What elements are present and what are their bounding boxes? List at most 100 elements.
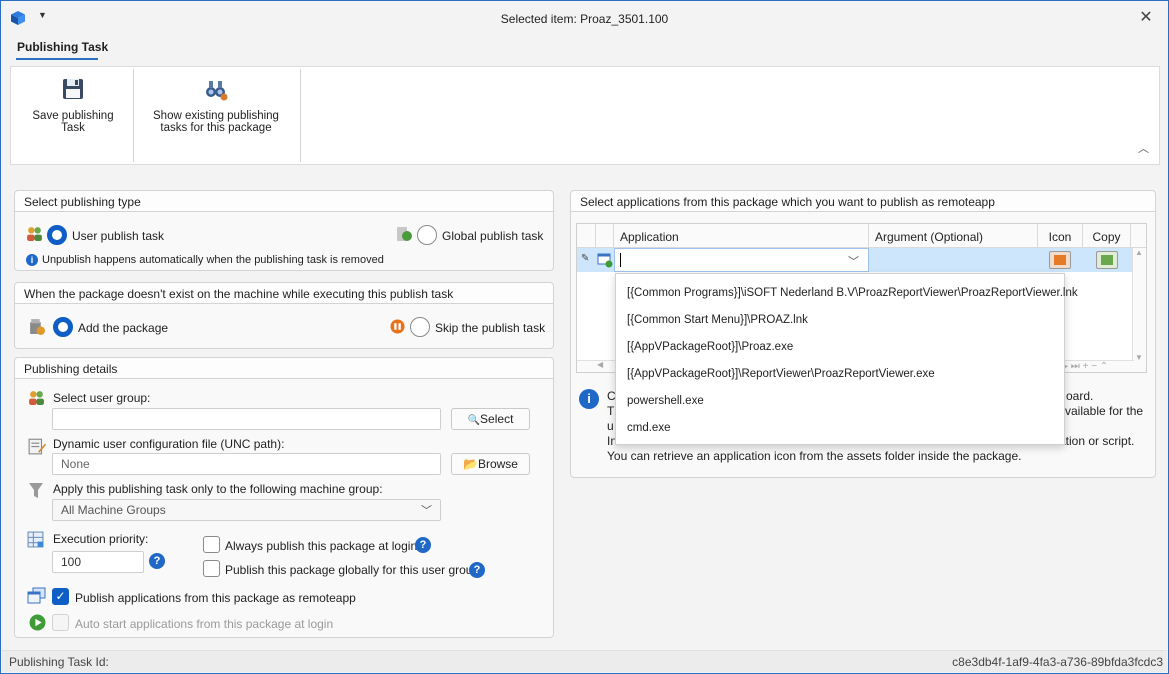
dropdown-item[interactable]: [{AppVPackageRoot}]\Proaz.exe [627,341,793,353]
info-line5: You can retrieve an application icon fro… [607,449,1022,463]
info-line4-b: ation or script. [1059,434,1135,448]
grid-col-application[interactable]: Application [614,224,869,248]
info-line3-a: u [607,419,614,433]
info-line2-a: T [607,404,615,418]
chevron-down-icon[interactable]: ﹀ [848,253,859,269]
grid-col-argument[interactable]: Argument (Optional) [869,224,1038,248]
always-publish-label: Always publish this package at login [225,539,418,553]
always-publish-help-icon[interactable]: ? [415,537,431,553]
binoculars-icon [206,81,228,101]
skip-publish-task-label: Skip the publish task [435,321,546,335]
user-group-icon [29,391,44,405]
scroll-left-icon[interactable]: ◀ [597,360,603,369]
global-task-icon [397,227,412,241]
window-title: Selected item: Proaz_3501.100 [500,12,669,26]
publish-globally-help-icon[interactable]: ? [469,562,485,578]
info-line2-b: vailable for the [1065,404,1144,418]
user-group-label: Select user group: [53,391,151,405]
add-package-radio[interactable] [53,317,73,337]
add-package-icon [30,319,45,335]
select-user-group-button[interactable]: 🔍Select [451,408,530,430]
global-publish-task-label: Global publish task [442,229,544,243]
ribbon-separator [300,69,301,162]
picture-icon [1054,255,1066,265]
icon-picker-button[interactable] [1049,251,1071,269]
grid-col-icon[interactable]: Icon [1038,224,1083,248]
save-publishing-task-button[interactable]: Save publishing Task [17,67,129,164]
tab-publishing-task[interactable]: Publishing Task [17,40,108,54]
application-combo[interactable]: ﹀ [614,248,869,272]
global-publish-task-radio[interactable] [417,225,437,245]
dropdown-item[interactable]: [{AppVPackageRoot}]\ReportViewer\ProazRe… [627,368,935,380]
remoteapp-windows-icon [27,587,46,604]
copy-button[interactable] [1096,251,1118,269]
chevron-down-icon: ﹀ [421,505,432,517]
grid-col-appicon [596,224,614,248]
dynamic-config-label: Dynamic user configuration file (UNC pat… [53,437,285,451]
unpublish-note: Unpublish happens automatically when the… [42,254,384,266]
priority-input[interactable]: 100 [52,551,144,573]
edit-pencil-icon: ✎ [581,253,590,264]
browse-button[interactable]: 📂Browse [451,453,530,475]
task-id-label: Publishing Task Id: [9,655,109,669]
filter-icon [29,483,43,498]
close-button[interactable]: ✕ [1134,7,1158,29]
table-row[interactable]: ✎ ﹀ [577,248,1146,272]
auto-start-checkbox[interactable] [52,614,69,631]
user-publish-task-radio[interactable] [47,225,67,245]
grid-col-copy[interactable]: Copy [1083,224,1131,248]
show-existing-tasks-button[interactable]: Show existing publishing tasks for this … [141,67,291,164]
search-users-icon: 🔍 [467,415,481,426]
dynamic-config-input[interactable]: None [52,453,441,475]
app-window: ▼ Selected item: Proaz_3501.100 ✕ Publis… [0,0,1169,674]
user-publish-task-label: User publish task [72,229,165,243]
task-id-value: c8e3db4f-1af9-4fa3-a736-89bfda3fcdc3 [952,655,1163,669]
ribbon-panel: Save publishing Task Show existing publi… [10,66,1160,165]
machine-group-select[interactable]: All Machine Groups ﹀ [52,499,441,521]
grid-navigator[interactable]: ▸ ⏭ + − ⌃ [1063,361,1108,372]
browse-button-label: Browse [477,457,518,471]
dropdown-item[interactable]: powershell.exe [627,395,704,407]
info-icon: i [579,389,599,409]
dropdown-item[interactable]: [{Common Start Menu}]\PROAZ.lnk [627,314,808,326]
text-caret [620,253,621,267]
ribbon-separator [133,69,134,162]
publishing-details-header: Publishing details [15,358,553,379]
play-icon [29,614,46,631]
config-file-icon [28,438,46,455]
folder-icon: 📂 [463,457,478,471]
new-app-icon [597,253,613,268]
add-package-label: Add the package [78,321,169,335]
publishing-type-header: Select publishing type [15,191,553,212]
missing-package-header: When the package doesn't exist on the ma… [15,283,553,304]
machine-group-value: All Machine Groups [61,503,166,517]
copy-icon [1101,255,1113,265]
dropdown-item[interactable]: [{Common Programs}]\iSOFT Nederland B.V\… [627,287,1078,299]
vertical-scrollbar[interactable]: ▲ ▼ [1132,248,1146,372]
collapse-ribbon-icon[interactable]: ︿ [1138,140,1149,156]
save-label-line1: Save publishing [32,110,114,122]
publish-globally-label: Publish this package globally for this u… [225,563,480,577]
publish-remoteapp-checkbox[interactable]: ✓ [52,588,69,605]
info-icon: i [26,254,38,266]
publish-remoteapp-label: Publish applications from this package a… [75,591,356,605]
tab-active-indicator [16,58,98,60]
scroll-up-icon[interactable]: ▲ [1135,248,1143,257]
info-line1-b: oard. [1066,389,1094,403]
priority-help-icon[interactable]: ? [149,553,165,569]
grid-header-row: Application Argument (Optional) Icon Cop… [577,224,1146,248]
save-label-line2: Task [61,122,85,134]
auto-start-label: Auto start applications from this packag… [75,617,334,631]
always-publish-checkbox[interactable] [203,536,220,553]
dropdown-item[interactable]: cmd.exe [627,422,670,434]
publish-globally-checkbox[interactable] [203,560,220,577]
publishing-type-group: Select publishing type User publish task… [14,190,554,271]
show-label-line1: Show existing publishing [153,110,279,122]
skip-publish-task-radio[interactable] [410,317,430,337]
title-bar: ▼ Selected item: Proaz_3501.100 ✕ [1,1,1168,37]
select-button-label: Select [480,412,514,426]
user-group-input[interactable] [52,408,441,430]
application-dropdown-list: [{Common Programs}]\iSOFT Nederland B.V\… [615,273,1078,445]
users-icon [27,227,42,241]
scroll-down-icon[interactable]: ▼ [1135,353,1143,362]
